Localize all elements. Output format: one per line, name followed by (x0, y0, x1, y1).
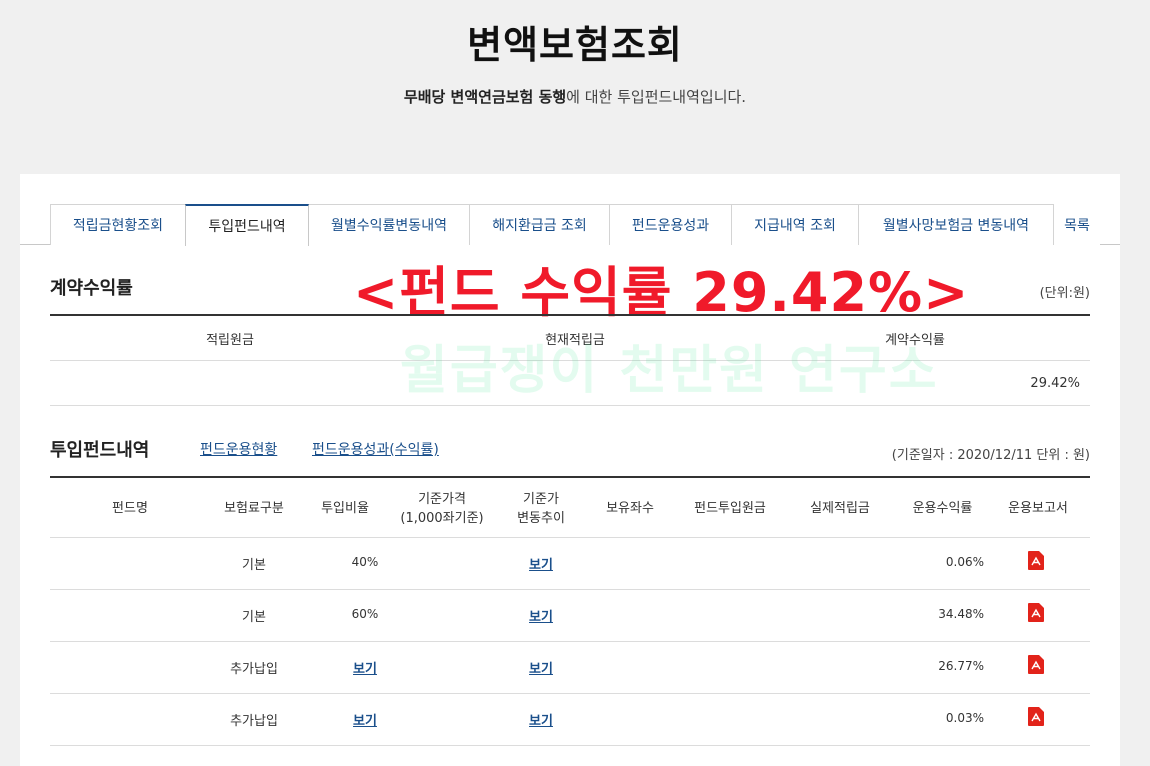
product-name: 무배당 변액연금보험 동행 (403, 88, 567, 106)
premium-type: 추가납입 (230, 714, 278, 729)
base-date-info: (기준일자 : 2020/12/11 단위 : 원) (891, 448, 1090, 463)
page-subtitle: 무배당 변액연금보험 동행에 대한 투입펀드내역입니다. (0, 86, 1150, 107)
tab-fund-performance[interactable]: 펀드운용성과 (609, 204, 732, 245)
col-ratio: 투입비율 (321, 501, 369, 516)
tab-death-benefit[interactable]: 월별사망보험금 변동내역 (858, 204, 1054, 245)
return-value: 0.03% (945, 711, 984, 725)
tab-payment-history[interactable]: 지급내역 조회 (731, 204, 859, 245)
trend-view-link[interactable]: 보기 (506, 710, 576, 729)
pdf-icon[interactable] (1028, 707, 1044, 726)
premium-type: 기본 (242, 610, 266, 625)
tab-accumulation-status[interactable]: 적립금현황조회 (50, 204, 186, 245)
pdf-icon[interactable] (1028, 655, 1044, 674)
ratio-view-link[interactable]: 보기 (330, 658, 400, 677)
col-premium-type: 보험료구분 (224, 501, 284, 516)
return-value: 0.06% (945, 555, 984, 569)
page-title: 변액보험조회 (467, 23, 683, 67)
return-value: 26.77% (938, 659, 984, 673)
tab-monthly-return[interactable]: 월별수익률변동내역 (308, 204, 470, 245)
col-report: 운용보고서 (1008, 501, 1068, 516)
tab-bar: 적립금현황조회 투입펀드내역 월별수익률변동내역 해지환급금 조회 펀드운용성과… (20, 204, 1120, 246)
col-trend-note: 변동추이 (517, 511, 565, 526)
col-principal: 펀드투입원금 (694, 501, 766, 516)
divider (50, 476, 1090, 478)
fund-status-link[interactable]: 펀드운용현황 (200, 439, 277, 459)
fund-section-title: 투입펀드내역 (50, 440, 150, 461)
col-fund-name: 펀드명 (112, 501, 148, 516)
ratio: 60% (351, 607, 379, 621)
trend-view-link[interactable]: 보기 (506, 554, 576, 573)
watermark: 월급쟁이 천만원 연구소 (400, 341, 939, 401)
fund-performance-link[interactable]: 펀드운용성과(수익률) (312, 439, 439, 459)
value-contract-return: 29.42% (1030, 376, 1080, 391)
trend-view-link[interactable]: 보기 (506, 658, 576, 677)
divider (50, 641, 1090, 642)
ratio-view-link[interactable]: 보기 (330, 710, 400, 729)
col-base-price: 기준가격 (418, 492, 466, 507)
divider (50, 693, 1090, 694)
col-units: 보유좌수 (606, 501, 654, 516)
divider (50, 745, 1090, 746)
col-base-price-note: (1,000좌기준) (400, 511, 484, 526)
divider (50, 589, 1090, 590)
col-trend: 기준가 (523, 492, 559, 507)
trend-view-link[interactable]: 보기 (506, 606, 576, 625)
col-return: 운용수익률 (912, 501, 973, 516)
divider (50, 405, 1090, 406)
pdf-icon[interactable] (1028, 551, 1044, 570)
divider (50, 537, 1090, 538)
premium-type: 추가납입 (230, 662, 278, 677)
content-panel: 적립금현황조회 투입펀드내역 월별수익률변동내역 해지환급금 조회 펀드운용성과… (20, 174, 1120, 766)
pdf-icon[interactable] (1028, 603, 1044, 622)
col-actual: 실제적립금 (810, 501, 870, 516)
unit-label: (단위:원) (1039, 286, 1090, 301)
tab-list[interactable]: 목록 (1054, 204, 1100, 245)
subtitle-text: 에 대한 투입펀드내역입니다. (566, 88, 747, 106)
premium-type: 기본 (242, 558, 266, 573)
return-value: 34.48% (938, 607, 984, 621)
tab-surrender-value[interactable]: 해지환급금 조회 (469, 204, 610, 245)
tab-fund-history[interactable]: 투입펀드내역 (185, 204, 309, 246)
header-principal: 적립원금 (206, 333, 254, 348)
divider (50, 314, 1090, 316)
ratio: 40% (351, 555, 379, 569)
contract-return-title: 계약수익률 (50, 278, 133, 299)
